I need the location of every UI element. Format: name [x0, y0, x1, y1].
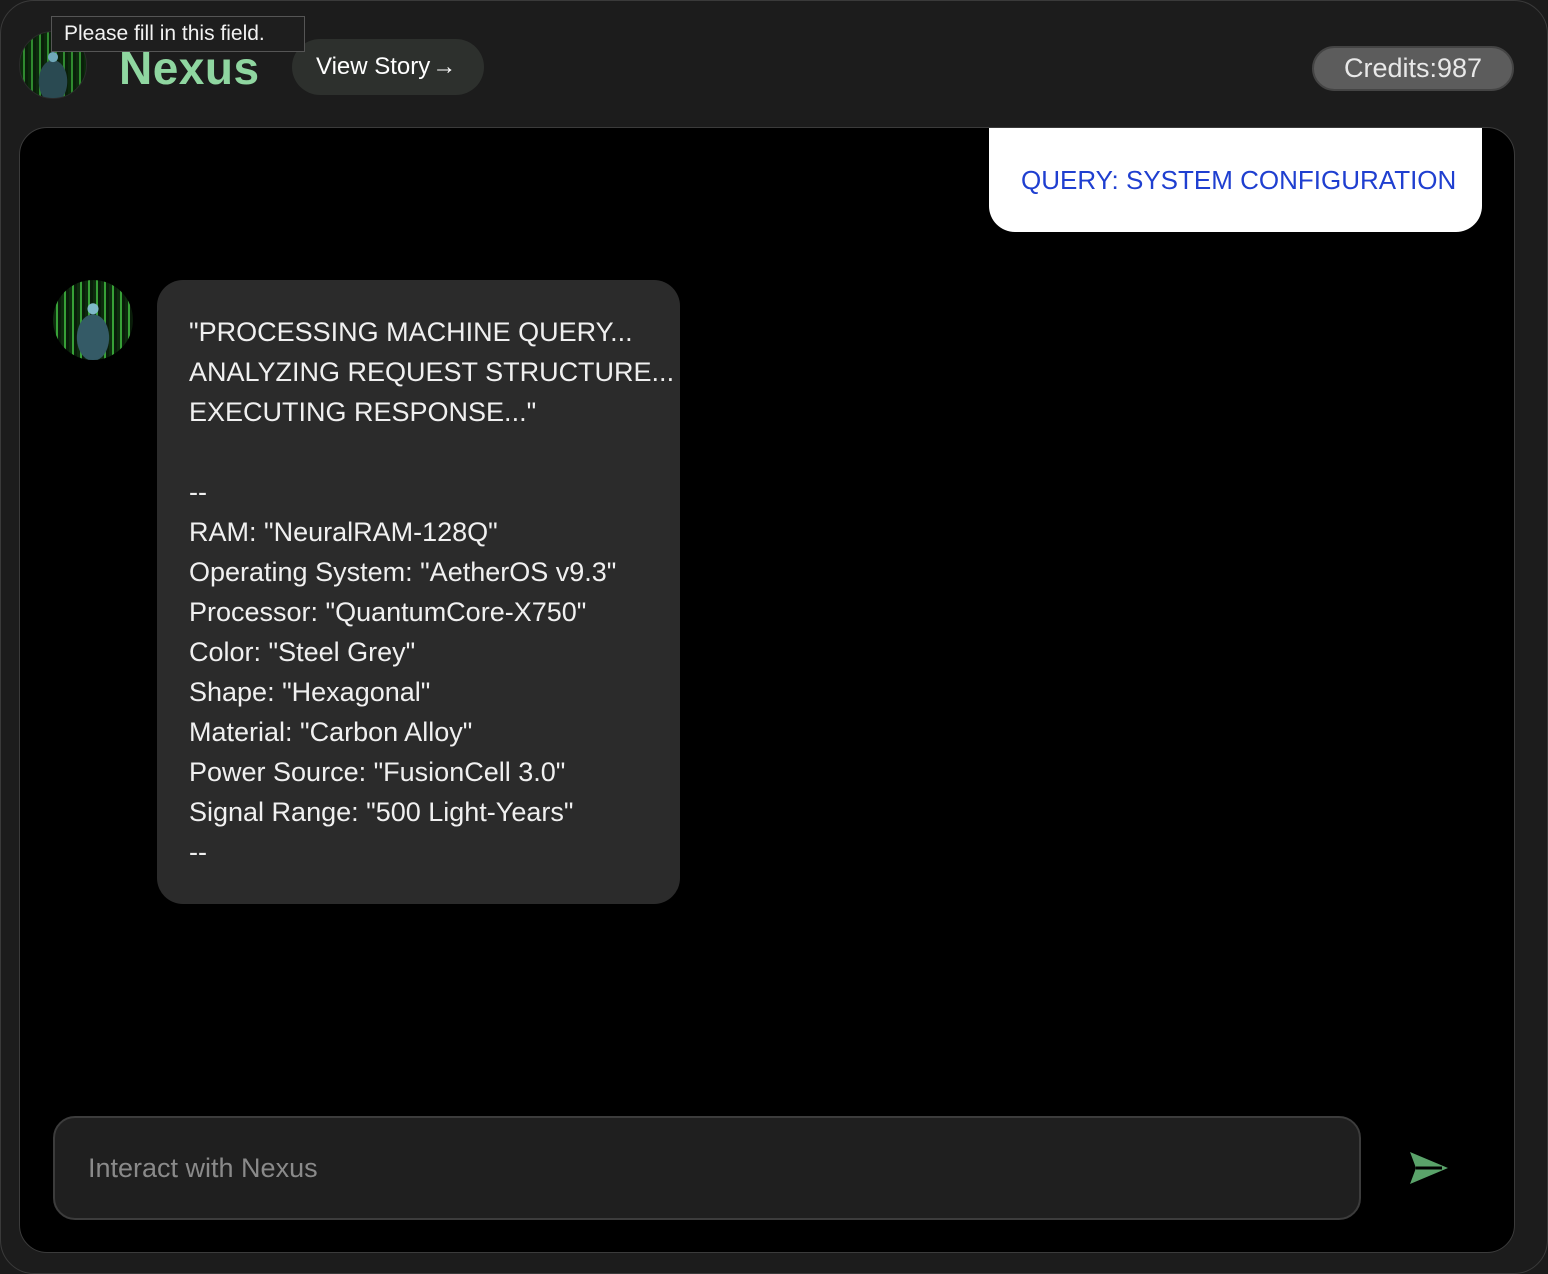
view-story-button[interactable]: View Story→	[292, 39, 484, 95]
bot-message-bubble: "PROCESSING MACHINE QUERY... ANALYZING R…	[157, 280, 680, 904]
bot-message-line: Signal Range: "500 Light-Years"	[189, 797, 574, 827]
message-input[interactable]	[88, 1118, 1359, 1218]
message-input-container	[53, 1116, 1361, 1220]
bot-message-line	[189, 432, 680, 472]
bot-message-line: Operating System: "AetherOS v9.3"	[189, 557, 617, 587]
bot-message-line: RAM: "NeuralRAM-128Q"	[189, 517, 498, 547]
bot-message-line: Processor: "QuantumCore-X750"	[189, 597, 587, 627]
arrow-right-icon: →	[432, 53, 457, 80]
send-button[interactable]	[1402, 1146, 1456, 1190]
bot-message-line: Shape: "Hexagonal"	[189, 677, 431, 707]
view-story-label: View Story	[316, 53, 431, 80]
bot-message-line: Color: "Steel Grey"	[189, 637, 416, 667]
validation-tooltip: Please fill in this field.	[51, 16, 305, 52]
bot-message-line: "PROCESSING MACHINE QUERY...	[189, 317, 633, 347]
credits-value: 987	[1436, 53, 1483, 83]
bot-message-line: EXECUTING RESPONSE..."	[189, 397, 537, 427]
bot-avatar	[53, 280, 133, 360]
bot-message-line: ANALYZING REQUEST STRUCTURE...	[189, 357, 675, 387]
chat-panel: QUERY: SYSTEM CONFIGURATION "PROCESSING …	[19, 127, 1515, 1253]
chat-app-window: Nexus View Story→ Please fill in this fi…	[0, 0, 1548, 1274]
credits-badge: Credits:987	[1312, 46, 1514, 91]
bot-message-line: Material: "Carbon Alloy"	[189, 717, 473, 747]
send-icon	[1410, 1152, 1448, 1184]
user-message-bubble: QUERY: SYSTEM CONFIGURATION	[989, 128, 1482, 232]
bot-message-line: --	[189, 477, 207, 507]
bot-message-line: Power Source: "FusionCell 3.0"	[189, 757, 566, 787]
bot-message-line: --	[189, 837, 207, 867]
credits-label: Credits:	[1343, 53, 1437, 83]
